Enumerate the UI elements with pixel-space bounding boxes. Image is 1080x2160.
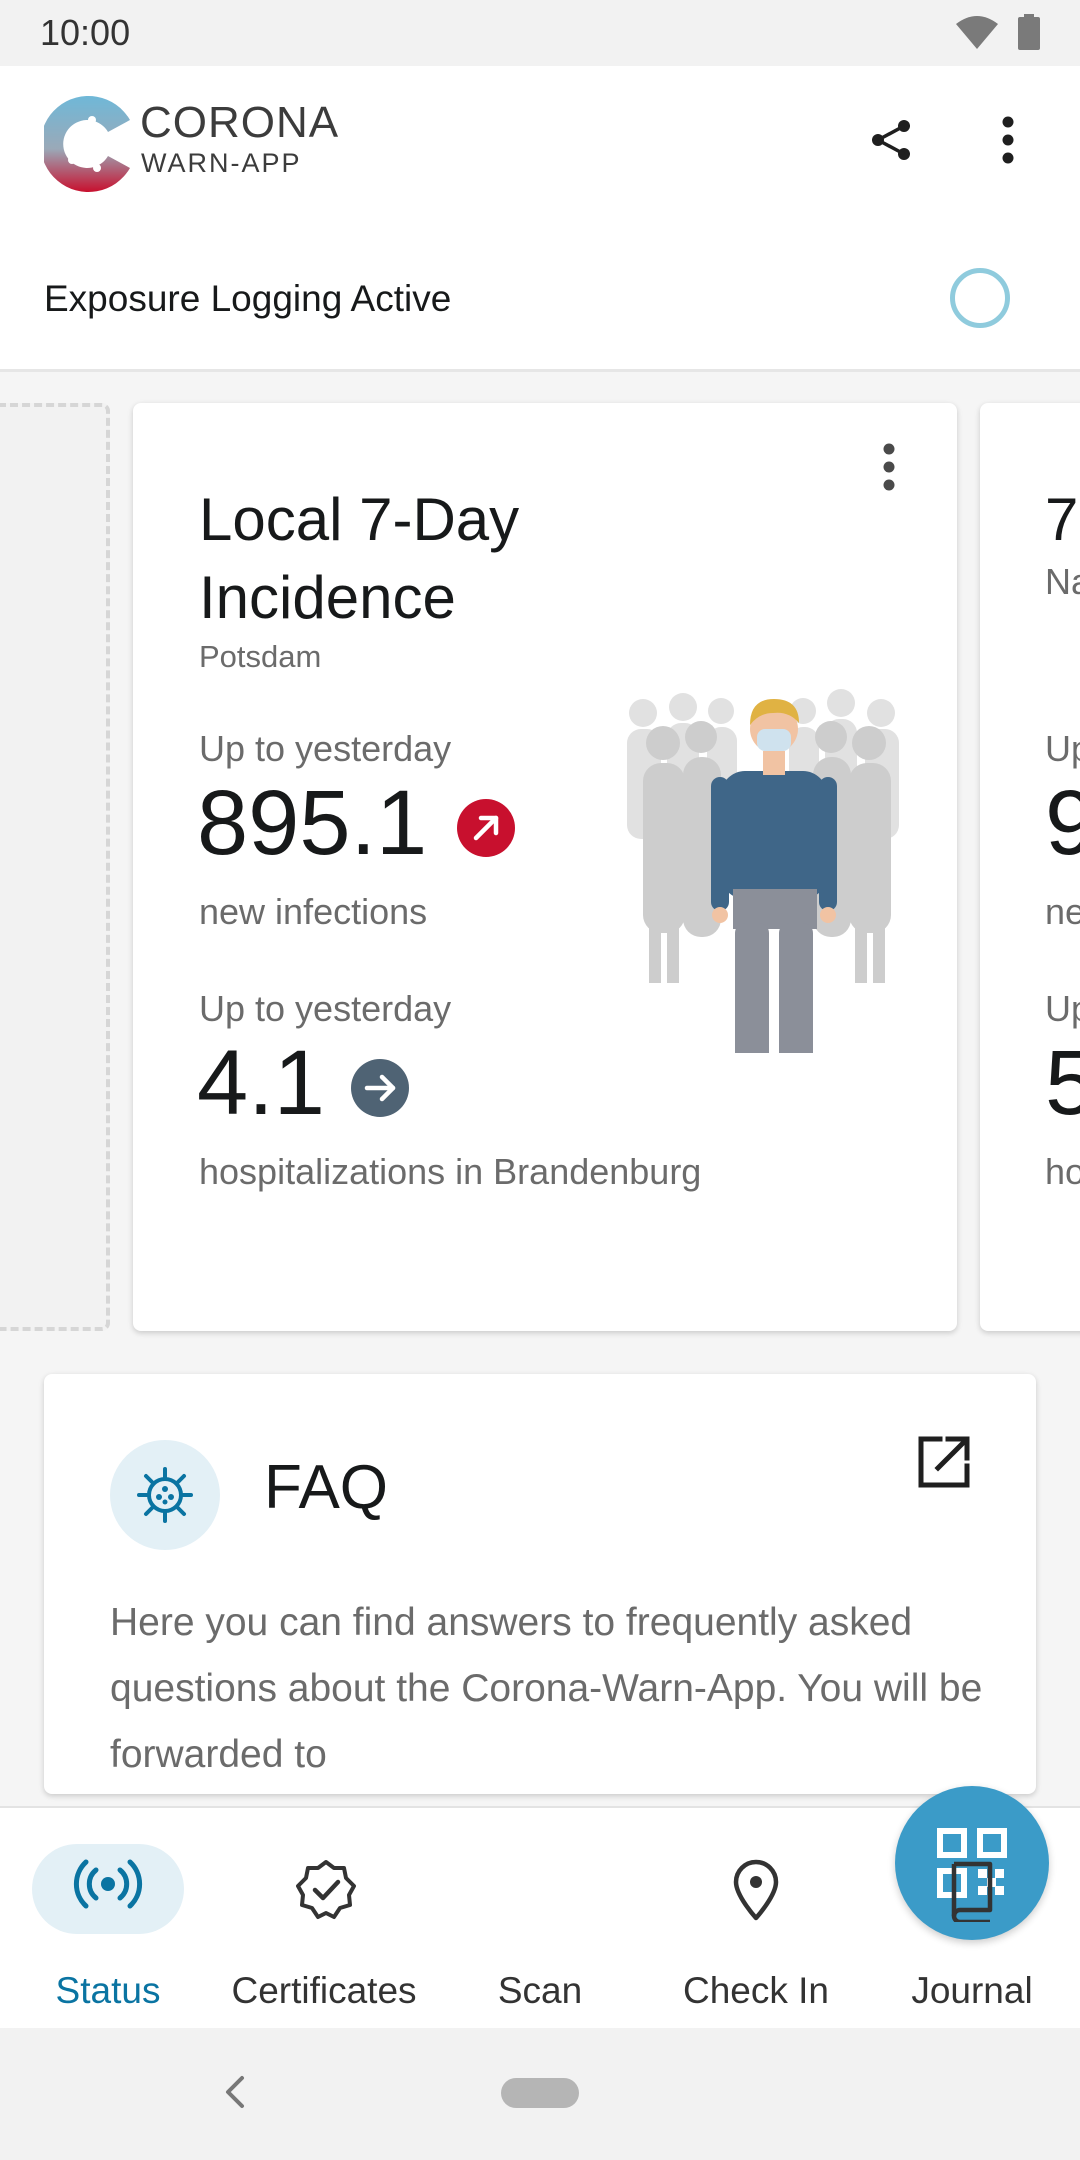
- hospitalizations-value: 4.1: [197, 1032, 325, 1134]
- faq-description: Here you can find answers to frequently …: [110, 1601, 983, 1776]
- next-card-label-2: ho: [1045, 1151, 1080, 1192]
- app-bar: CORONA WARN-APP: [0, 66, 1080, 226]
- nav-certificates[interactable]: Certificates: [216, 1808, 432, 2030]
- faq-icon-container: [110, 1440, 220, 1550]
- overflow-menu-icon[interactable]: [1000, 116, 1016, 164]
- incidence-location: Potsdam: [199, 639, 322, 674]
- wifi-icon: [956, 16, 998, 49]
- infections-value: 895.1: [197, 772, 428, 874]
- back-chevron-icon[interactable]: [222, 2072, 246, 2112]
- nav-certificates-label: Certificates: [231, 1970, 417, 2011]
- next-card-label-1: ne: [1045, 891, 1080, 932]
- nav-journal-label: Journal: [911, 1970, 1033, 2011]
- exposure-logging-row[interactable]: Exposure Logging Active: [0, 226, 1080, 372]
- national-incidence-card[interactable]: 7 Na Up 9 ne Up 5 ho: [980, 403, 1080, 1331]
- nav-check-in[interactable]: Check In: [648, 1808, 864, 2030]
- nav-scan-label: Scan: [497, 1970, 583, 2011]
- corona-warn-app-logo: [44, 96, 130, 192]
- logo-text-corona: CORONA: [140, 98, 340, 147]
- nav-status[interactable]: Status: [0, 1808, 216, 2030]
- home-pill[interactable]: [501, 2078, 579, 2108]
- system-navigation-bar: [0, 2028, 1080, 2160]
- share-icon[interactable]: [870, 118, 914, 162]
- next-card-title: 7: [1045, 486, 1079, 553]
- location-pin-icon: [733, 1859, 779, 1921]
- exposure-status-ring-icon: [950, 268, 1010, 328]
- trend-stable-arrow-icon: [351, 1059, 409, 1117]
- certificate-badge-icon: [296, 1860, 356, 1919]
- status-time: 10:00: [40, 12, 131, 53]
- bottom-navigation: Status Certificates Scan Check In Journa…: [0, 1786, 1080, 2030]
- incidence-card-title: Local 7-Day Incidence: [199, 486, 520, 631]
- virus-icon: [137, 1467, 193, 1523]
- battery-icon: [1018, 14, 1040, 50]
- nav-journal[interactable]: Journal: [864, 1808, 1080, 2030]
- next-card-value-1: 9: [1045, 772, 1080, 874]
- trend-up-arrow-icon: [457, 799, 515, 857]
- masked-person-illustration: [627, 689, 899, 1053]
- next-card-caption-2: Up: [1045, 988, 1080, 1029]
- journal-book-icon: [951, 1861, 993, 1922]
- faq-card[interactable]: FAQ Here you can find answers to frequen…: [44, 1374, 1036, 1794]
- exposure-logging-label: Exposure Logging Active: [44, 278, 452, 319]
- nav-status-label: Status: [55, 1970, 161, 2011]
- infections-caption: Up to yesterday: [199, 728, 452, 769]
- infections-label: new infections: [199, 891, 428, 932]
- add-card-placeholder[interactable]: [0, 403, 110, 1331]
- open-external-icon[interactable]: [916, 1434, 972, 1490]
- next-card-subtitle: Na: [1045, 561, 1080, 602]
- faq-title: FAQ: [264, 1453, 389, 1522]
- nav-scan[interactable]: Scan: [432, 1786, 1049, 2030]
- card-overflow-menu-icon[interactable]: [881, 443, 897, 491]
- next-card-value-2: 5: [1045, 1032, 1080, 1134]
- next-card-caption-1: Up: [1045, 728, 1080, 769]
- nav-check-in-label: Check In: [682, 1970, 829, 2011]
- hospitalizations-label: hospitalizations in Brandenburg: [199, 1151, 702, 1192]
- status-bar: 10:00: [0, 0, 1080, 66]
- broadcast-icon: [73, 1859, 143, 1909]
- incidence-card[interactable]: Local 7-Day Incidence Potsdam Up to yest…: [133, 403, 957, 1331]
- logo-text-warn-app: WARN-APP: [141, 148, 302, 178]
- hospitalizations-caption: Up to yesterday: [199, 988, 452, 1029]
